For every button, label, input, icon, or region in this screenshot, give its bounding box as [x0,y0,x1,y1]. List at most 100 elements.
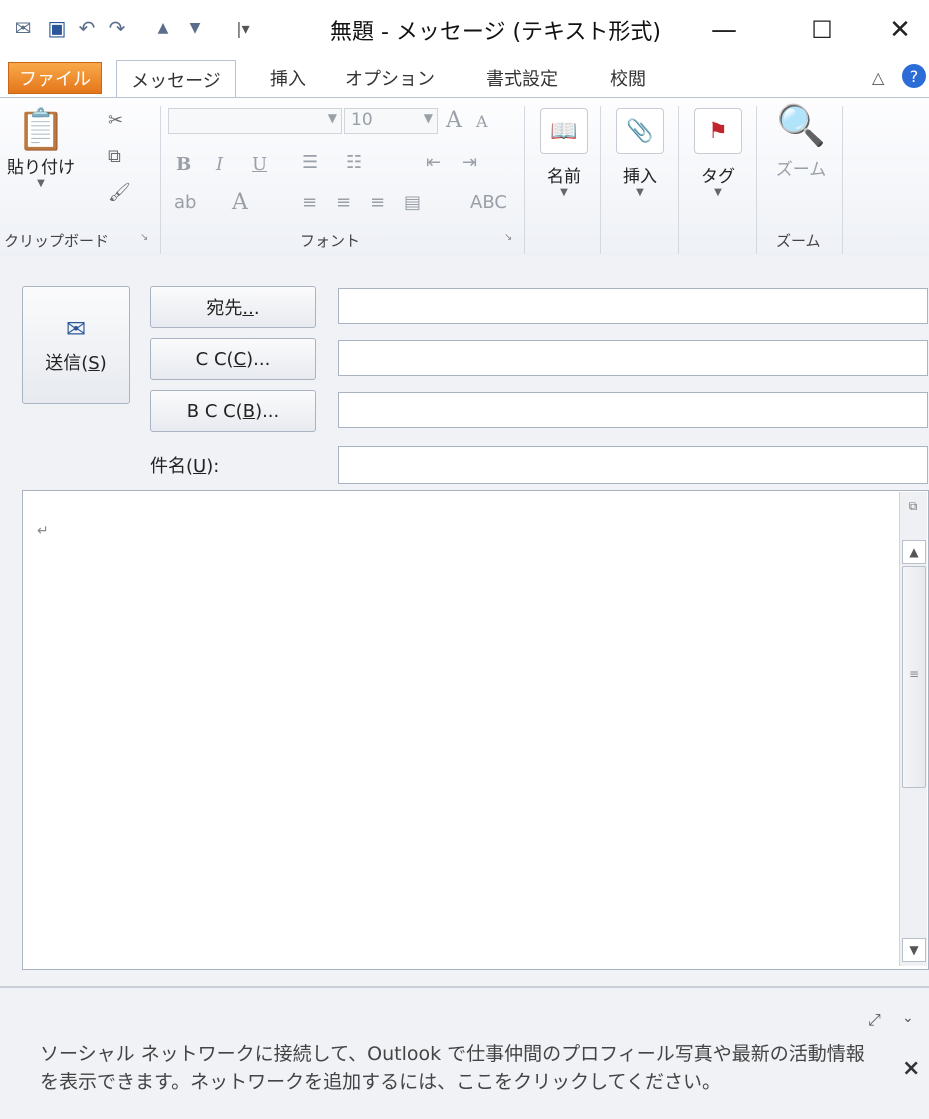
clipboard-icon: 📋 [16,107,66,153]
tab-insert[interactable]: 挿入 [258,60,318,96]
insert-label: 挿入 [623,167,657,187]
close-button[interactable]: ✕ [876,10,924,50]
font-size-combo[interactable]: 10 ▼ [344,108,438,134]
close-icon[interactable]: × [902,1056,920,1081]
minimize-button[interactable]: — [700,10,748,50]
separator [678,106,679,254]
customize-icon[interactable]: |▾ [230,15,256,41]
window-title: 無題 - メッセージ (テキスト形式) [330,20,661,45]
social-network-message[interactable]: ソーシャル ネットワークに接続して、Outlook で仕事仲間のプロフィール写真… [40,1040,880,1096]
scroll-down-button[interactable]: ▼ [902,938,926,962]
scroll-up-button[interactable]: ▲ [902,540,926,564]
ribbon: 📋 貼り付け ▼ ✂ ⧉ 🖌 クリップボード ↘ ▼ 10 ▼ A A B I … [0,97,929,259]
cc-label: C C(C)... [195,348,271,370]
minimize-ribbon-icon[interactable]: △ [872,68,884,87]
maximize-button[interactable]: ☐ [798,10,846,50]
format-painter-icon[interactable]: 🖌 [108,182,131,203]
bold-icon[interactable]: B [176,154,191,175]
paste-button[interactable]: 📋 貼り付け ▼ [6,106,76,189]
font-group-label: フォント [300,232,361,250]
chevron-down-icon[interactable]: ⌄ [902,1010,914,1026]
message-body[interactable]: ↵ [22,490,929,970]
flag-icon: ⚑ [694,108,742,154]
subject-field[interactable] [338,446,928,484]
decrease-indent-icon[interactable]: ⇤ [426,152,441,173]
names-button[interactable]: 📖 名前 ▼ [536,108,592,198]
bcc-field[interactable] [338,392,928,428]
align-left-icon[interactable]: ≡ [302,192,317,213]
copy-icon[interactable]: ⧉ [108,146,121,167]
send-envelope-icon: ✉ [65,315,87,343]
send-label: 送信(S) [45,353,107,374]
app-icon[interactable]: ✉ [10,15,36,41]
spelling-icon[interactable]: ABC [470,192,507,213]
to-button[interactable]: 宛先... [150,286,316,328]
insert-button[interactable]: 📎 挿入 ▼ [612,108,668,198]
shrink-font-icon[interactable]: A [476,112,488,131]
cut-icon[interactable]: ✂ [108,110,123,131]
chevron-down-icon: ▼ [327,111,337,125]
paragraph-mark: ↵ [37,523,49,539]
italic-icon[interactable]: I [216,154,223,175]
font-name-combo[interactable]: ▼ [168,108,342,134]
names-label: 名前 [547,167,581,187]
chevron-down-icon: ▼ [560,187,568,198]
separator [600,106,601,254]
tag-label: タグ [701,167,735,187]
bcc-label: B C C(B)... [186,400,280,422]
subject-label: 件名(U): [150,456,220,477]
ribbon-tabs: ファイル メッセージ 挿入 オプション 書式設定 校閲 △ ? [0,58,929,99]
align-right-icon[interactable]: ≡ [370,192,385,213]
split-icon[interactable]: ⧉ [902,494,924,518]
zoom-label: ズーム [775,160,827,180]
down-icon[interactable]: ▼ [182,15,208,41]
chevron-down-icon: ▼ [37,178,45,189]
undo-icon[interactable]: ↶ [74,15,100,41]
vertical-scrollbar[interactable]: ⧉ ▲ ≡ ▼ [899,492,927,966]
bcc-button[interactable]: B C C(B)... [150,390,316,432]
tag-button[interactable]: ⚑ タグ ▼ [690,108,746,198]
bullets-icon[interactable]: ☰ [302,152,318,173]
highlight-icon[interactable]: ab [174,192,196,213]
numbering-icon[interactable]: ☷ [346,152,362,173]
chevron-down-icon: ▼ [714,187,722,198]
separator [160,106,161,254]
chevron-down-icon: ▼ [636,187,644,198]
cc-button[interactable]: C C(C)... [150,338,316,380]
scroll-thumb[interactable]: ≡ [902,566,926,788]
tab-message[interactable]: メッセージ [116,60,236,99]
to-field[interactable] [338,288,928,324]
title-bar: ✉ ▣ ↶ ↷ ▲ ▼ |▾ 無題 - メッセージ (テキスト形式) — ☐ ✕ [0,0,929,58]
tab-review[interactable]: 校閲 [598,60,658,96]
separator [842,106,843,254]
send-button[interactable]: ✉ 送信(S) [22,286,130,404]
tab-format[interactable]: 書式設定 [472,60,572,96]
tab-file[interactable]: ファイル [8,62,102,94]
magnifier-icon: 🔍 [776,103,826,149]
clipboard-group-label: クリップボード [4,232,110,250]
justify-icon[interactable]: ▤ [404,192,421,213]
align-center-icon[interactable]: ≡ [336,192,351,213]
zoom-group-label: ズーム [776,232,821,250]
paperclip-icon: 📎 [616,108,664,154]
dialog-launcher-icon[interactable]: ↘ [504,232,512,243]
underline-icon[interactable]: U [252,154,267,175]
chevron-down-icon: ▼ [423,111,433,125]
cc-field[interactable] [338,340,928,376]
dialog-launcher-icon[interactable]: ↘ [140,232,148,243]
separator [756,106,757,254]
paste-label: 貼り付け [7,158,75,178]
help-icon[interactable]: ? [902,64,926,88]
font-size-value: 10 [351,110,373,130]
redo-icon[interactable]: ↷ [104,15,130,41]
save-icon[interactable]: ▣ [44,15,70,41]
grow-font-icon[interactable]: A [446,108,462,133]
separator [524,106,525,254]
to-label: 宛先... [206,298,260,319]
zoom-button[interactable]: 🔍 ズーム [768,102,834,180]
increase-indent-icon[interactable]: ⇥ [462,152,477,173]
up-icon[interactable]: ▲ [150,15,176,41]
tab-options[interactable]: オプション [340,60,440,96]
font-color-icon[interactable]: A [232,190,248,215]
expand-icon[interactable]: ⤢ [868,1010,881,1030]
